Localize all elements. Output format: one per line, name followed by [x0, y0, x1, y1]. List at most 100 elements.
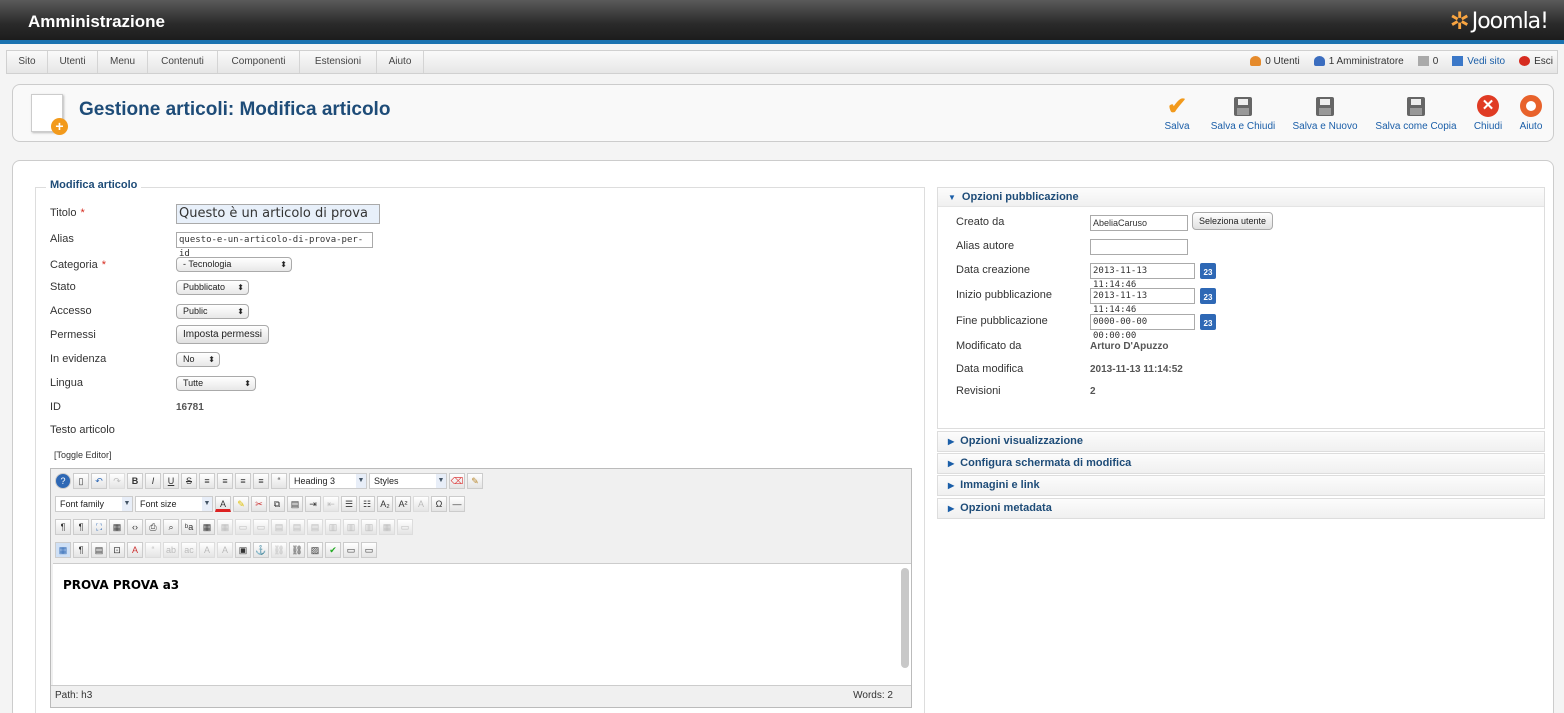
editor-content-area[interactable]: PROVA PROVA a3 [53, 563, 911, 685]
underline-icon[interactable]: U [163, 473, 179, 489]
save-new-button[interactable]: Salva e Nuovo [1289, 93, 1361, 135]
admins-status[interactable]: 1 Amministratore [1313, 51, 1404, 73]
featured-select[interactable]: No ⬍ [176, 352, 220, 367]
alias-input[interactable]: questo-e-un-articolo-di-prova-per-id [176, 232, 373, 259]
menu-contenuti[interactable]: Contenuti [148, 51, 218, 73]
close-button[interactable]: ✕ Chiudi [1469, 93, 1507, 135]
replace-icon[interactable]: ᵇa [181, 519, 197, 535]
cell-props-icon[interactable]: ▭ [253, 519, 269, 535]
save-button[interactable]: ✔ Salva [1155, 93, 1199, 135]
copy-icon[interactable]: ⧉ [269, 496, 285, 512]
paste-icon[interactable]: ▤ [287, 496, 303, 512]
styles-select[interactable]: Styles ▼ [369, 473, 447, 489]
horizontal-rule-icon[interactable]: — [449, 496, 465, 512]
show-blocks-icon[interactable]: ¶ [73, 542, 89, 558]
indent-icon[interactable]: ⇥ [305, 496, 321, 512]
editor-heading-text[interactable]: PROVA PROVA a3 [63, 578, 179, 592]
special-char-icon[interactable]: Ω [431, 496, 447, 512]
delete-text-icon[interactable]: A [199, 542, 215, 558]
strikethrough-icon[interactable]: S [181, 473, 197, 489]
subscript-icon[interactable]: A₂ [377, 496, 393, 512]
insert-layer-icon[interactable]: ⊡ [109, 542, 125, 558]
bold-icon[interactable]: B [127, 473, 143, 489]
search-icon[interactable]: ⌕ [163, 519, 179, 535]
preview-icon[interactable]: ▦ [109, 519, 125, 535]
messages-status[interactable]: 0 [1417, 51, 1438, 73]
calendar-icon[interactable]: 23 [1200, 263, 1216, 279]
readmore-icon[interactable]: ▭ [361, 542, 377, 558]
format-select[interactable]: Heading 3 ▼ [289, 473, 367, 489]
view-site-link[interactable]: Vedi sito [1452, 51, 1505, 73]
align-justify-icon[interactable]: ≡ [199, 473, 215, 489]
metadata-panel[interactable]: ▶ Opzioni metadata [937, 498, 1545, 519]
table-insert-icon[interactable]: ▦ [199, 519, 215, 535]
help-icon[interactable]: ? [55, 473, 71, 489]
row-after-icon[interactable]: ▤ [289, 519, 305, 535]
publishing-panel-header[interactable]: ▼ Opzioni pubblicazione [938, 188, 1544, 207]
menu-menu[interactable]: Menu [98, 51, 148, 73]
font-family-select[interactable]: Font family ▼ [55, 496, 133, 512]
display-options-panel[interactable]: ▶ Opzioni visualizzazione [937, 431, 1545, 452]
toggle-editor-link[interactable]: [Toggle Editor] [54, 450, 112, 460]
publish-up-input[interactable]: 2013-11-13 11:14:46 [1090, 288, 1195, 315]
eraser-icon[interactable]: ⌫ [449, 473, 465, 489]
logout-link[interactable]: Esci [1519, 51, 1553, 73]
row-before-icon[interactable]: ▤ [271, 519, 287, 535]
superscript-icon[interactable]: A² [395, 496, 411, 512]
align-right-icon[interactable]: ≡ [253, 473, 269, 489]
redo-icon[interactable]: ↷ [109, 473, 125, 489]
blockquote-icon[interactable]: “ [271, 473, 287, 489]
image-icon[interactable]: ▨ [307, 542, 323, 558]
spellcheck-icon[interactable]: ✔ [325, 542, 341, 558]
menu-sito[interactable]: Sito [7, 51, 48, 73]
menu-estensioni[interactable]: Estensioni [300, 51, 377, 73]
edit-screen-config-panel[interactable]: ▶ Configura schermata di modifica [937, 453, 1545, 474]
attributes-icon[interactable]: ▣ [235, 542, 251, 558]
split-cells-icon[interactable]: ▦ [379, 519, 395, 535]
styleprops-icon[interactable]: A [127, 542, 143, 558]
calendar-icon[interactable]: 23 [1200, 314, 1216, 330]
abbr-icon[interactable]: ab [163, 542, 179, 558]
title-input[interactable]: Questo è un articolo di prova [176, 204, 380, 224]
undo-icon[interactable]: ↶ [91, 473, 107, 489]
save-close-button[interactable]: Salva e Chiudi [1205, 93, 1281, 135]
author-alias-input[interactable] [1090, 239, 1188, 255]
text-color-icon[interactable]: A [215, 496, 231, 512]
table-delete-icon[interactable]: ▦ [217, 519, 233, 535]
delete-col-icon[interactable]: ▥ [361, 519, 377, 535]
menu-aiuto[interactable]: Aiuto [377, 51, 424, 73]
font-size-select[interactable]: Font size ▼ [135, 496, 213, 512]
rtl-icon[interactable]: ¶ [73, 519, 89, 535]
state-select[interactable]: Pubblicato ⬍ [176, 280, 249, 295]
numbered-list-icon[interactable]: ☰ [341, 496, 357, 512]
created-by-input[interactable]: AbeliaCaruso [1090, 215, 1188, 231]
merge-cells-icon[interactable]: ▭ [397, 519, 413, 535]
help-button[interactable]: Aiuto [1513, 93, 1549, 135]
italic-icon[interactable]: I [145, 473, 161, 489]
pagebreak-icon[interactable]: ▭ [343, 542, 359, 558]
anchor-icon[interactable]: ⚓ [253, 542, 269, 558]
highlight-icon[interactable]: ✎ [233, 496, 249, 512]
print-icon[interactable]: ⎙ [145, 519, 161, 535]
bullet-list-icon[interactable]: ☷ [359, 496, 375, 512]
col-after-icon[interactable]: ▥ [343, 519, 359, 535]
template-icon[interactable]: ▤ [91, 542, 107, 558]
row-props-icon[interactable]: ▭ [235, 519, 251, 535]
fullscreen-icon[interactable]: ⛶ [91, 519, 107, 535]
menu-componenti[interactable]: Componenti [218, 51, 300, 73]
new-document-icon[interactable]: ▯ [73, 473, 89, 489]
select-user-button[interactable]: Seleziona utente [1192, 212, 1274, 230]
access-select[interactable]: Public ⬍ [176, 304, 249, 319]
calendar-icon[interactable]: 23 [1200, 288, 1216, 304]
created-date-input[interactable]: 2013-11-13 11:14:46 [1090, 263, 1195, 290]
align-center-icon[interactable]: ≡ [217, 473, 233, 489]
publish-down-input[interactable]: 0000-00-00 00:00:00 [1090, 314, 1195, 341]
editor-scrollbar[interactable] [901, 568, 909, 668]
cut-icon[interactable]: ✂ [251, 496, 267, 512]
images-links-panel[interactable]: ▶ Immagini e link [937, 475, 1545, 496]
delete-row-icon[interactable]: ▤ [307, 519, 323, 535]
unlink-icon[interactable]: ⛓ [271, 542, 287, 558]
menu-utenti[interactable]: Utenti [48, 51, 98, 73]
col-before-icon[interactable]: ▥ [325, 519, 341, 535]
link-icon[interactable]: ⛓ [289, 542, 305, 558]
